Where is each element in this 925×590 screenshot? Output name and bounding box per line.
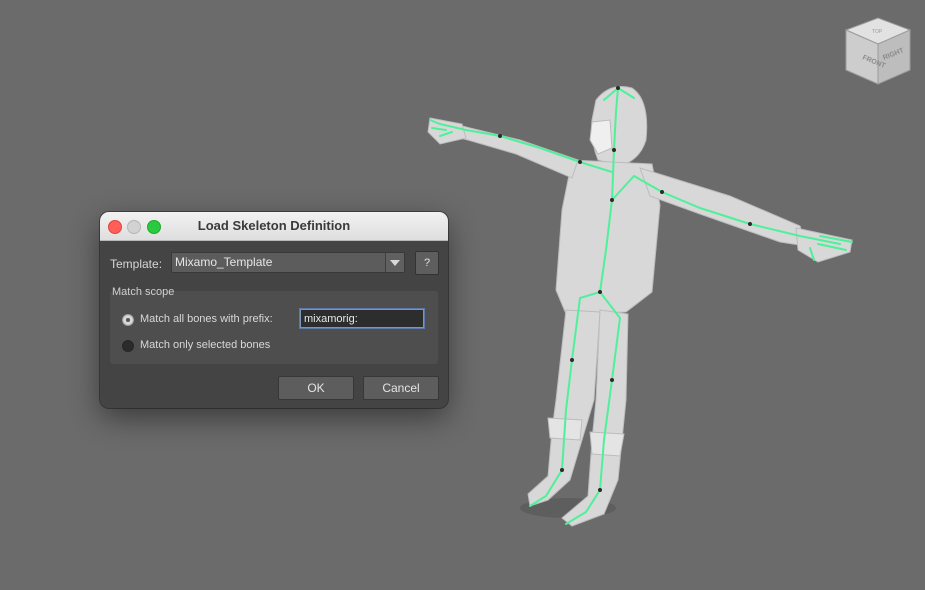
match-selected-label: Match only selected bones [140,339,271,351]
load-skeleton-dialog[interactable]: Load Skeleton Definition Template: Mixam… [100,212,448,408]
dialog-titlebar[interactable]: Load Skeleton Definition [100,212,448,241]
help-button[interactable]: ? [415,251,439,275]
match-selected-radio[interactable] [122,340,134,352]
template-label: Template: [110,257,163,271]
match-scope-title: Match scope [112,286,175,298]
dialog-title: Load Skeleton Definition [197,218,351,233]
chevron-down-icon [390,260,400,266]
template-dropdown[interactable]: Mixamo_Template [171,252,405,273]
character-mesh [427,86,853,527]
template-value: Mixamo_Template [175,255,273,269]
cancel-button[interactable]: Cancel [363,376,439,400]
skeleton-overlay[interactable] [429,86,853,525]
prefix-input[interactable] [300,309,424,328]
dropdown-arrow-button[interactable] [385,253,404,272]
ok-button[interactable]: OK [278,376,354,400]
match-prefix-label: Match all bones with prefix: [140,313,273,325]
match-prefix-radio[interactable] [122,314,134,326]
